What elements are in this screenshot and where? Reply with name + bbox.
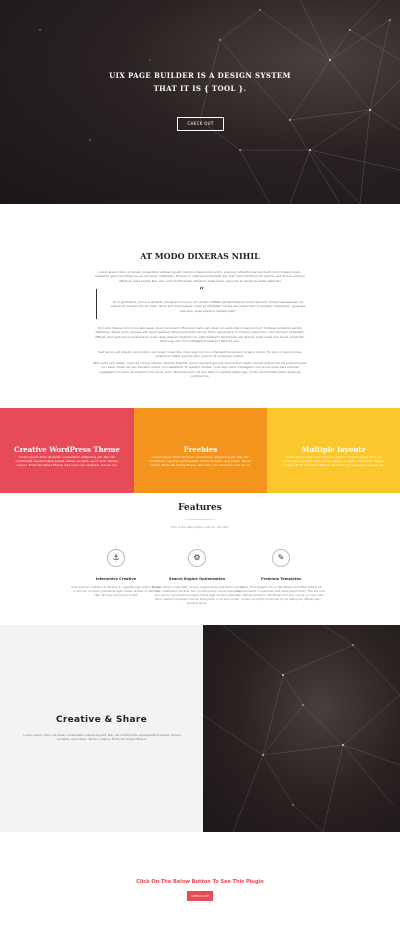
divider xyxy=(185,519,215,520)
box-text: Lorem ipsum dolor sit amet, consectetur … xyxy=(15,455,119,468)
box-text: Lorem ipsum dolor sit amet, consectetur … xyxy=(281,455,386,468)
blockquote-text: Ut in geometria, prima si dederis, danda… xyxy=(110,300,306,313)
features-subtitle: This is the description text for the tit… xyxy=(170,525,230,529)
hero-section: UIX PAGE BUILDER IS A DESIGN SYSTEM THAT… xyxy=(0,0,400,204)
box-freebies: Freebies Lorem ipsum dolor sit amet, con… xyxy=(134,408,267,493)
feature-title: Interactive Creative xyxy=(95,577,137,581)
network-image xyxy=(203,625,400,832)
box-title: Creative WordPress Theme xyxy=(14,445,120,454)
box-creative-wordpress-theme: Creative WordPress Theme Lorem ipsum dol… xyxy=(0,408,134,493)
box-multiple-layouts: Multiple layoutz Lorem ipsum dolor sit a… xyxy=(267,408,400,493)
feature-description: Aenean tempor imperdiet congue. Suspendi… xyxy=(151,585,243,605)
network-background-image xyxy=(39,0,400,204)
creative-text-panel: Creative & Share Lorem ipsum dolor sit a… xyxy=(0,625,203,832)
anchor-icon: ⚓ xyxy=(107,549,125,567)
feature-title: Search Engine Optimization xyxy=(168,577,226,581)
about-section: AT MODO DIXERAS NIHIL Lorem ipsum dolor … xyxy=(0,204,400,408)
call-to-action-section: Click On The Below Button To See This Pl… xyxy=(0,832,400,936)
quote-icon: “ xyxy=(199,286,205,297)
pencil-ruler-icon: ✎ xyxy=(272,549,290,567)
creative-share-section: Creative & Share Lorem ipsum dolor sit a… xyxy=(0,625,400,832)
feature-title: Premium Templates xyxy=(260,577,302,581)
creative-text: Lorem ipsum dolor sit amet, consectetur … xyxy=(23,733,181,742)
feature-boxes: Creative WordPress Theme Lorem ipsum dol… xyxy=(0,408,400,493)
features-heading: Features xyxy=(178,503,222,513)
box-text: Lorem ipsum dolor sit amet, consectetur … xyxy=(148,455,253,468)
about-paragraph-2: Ut modo dixeras nihil in his abis esse, … xyxy=(95,326,305,344)
cta-check-out-button[interactable]: CHECK OUT xyxy=(187,891,213,901)
feature-description: APlus Thus typeset all our WordPress and… xyxy=(236,585,326,601)
box-title: Freebies xyxy=(183,445,218,454)
feature-description: Cras pulvinar, dapibus ac facilisis in, … xyxy=(71,585,161,597)
hero-title-line-1: UIX PAGE BUILDER IS A DESIGN SYSTEM xyxy=(109,71,291,80)
cta-heading: Click On The Below Button To See This Pl… xyxy=(136,879,264,885)
about-paragraph-3: Sed tamen est aliquid, quod nobis non li… xyxy=(98,350,302,359)
hero-title-line-2: THAT IT IS { TOOL }. xyxy=(153,84,247,93)
creative-heading: Creative & Share xyxy=(56,715,147,725)
gears-icon: ⚙ xyxy=(188,549,206,567)
network-background-image xyxy=(203,625,400,832)
box-title: Multiple layoutz xyxy=(301,445,366,454)
features-section: Features This is the description text fo… xyxy=(0,493,400,625)
about-paragraph-4: Nihil enim iam habes, quod ad corpus ref… xyxy=(93,361,307,379)
about-paragraph-1: Lorem ipsum dolor sit amet, consectetur … xyxy=(95,270,305,283)
about-heading: AT MODO DIXERAS NIHIL xyxy=(140,251,260,261)
hero-check-out-button[interactable]: CHECK OUT xyxy=(177,117,224,131)
